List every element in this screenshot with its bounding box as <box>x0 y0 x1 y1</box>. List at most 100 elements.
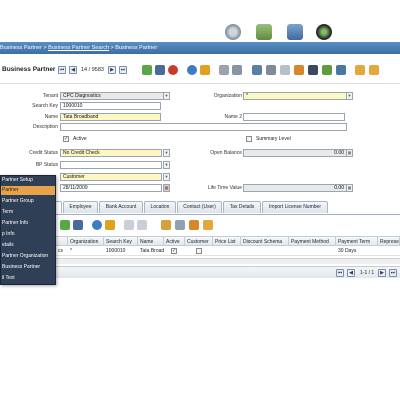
grid-cell-customer-checkbox[interactable] <box>196 248 202 254</box>
first-record-icon[interactable]: ⏮ <box>58 66 66 74</box>
new-record-icon[interactable] <box>142 65 152 75</box>
record-counter: 14 / 9583 <box>81 67 104 73</box>
calendar-icon[interactable]: ▦ <box>163 184 170 192</box>
date-field[interactable]: 28/11/2009 <box>60 184 162 192</box>
grid-undo-icon[interactable] <box>105 220 115 230</box>
attachment-icon[interactable] <box>219 65 229 75</box>
process-icon[interactable] <box>308 65 318 75</box>
bp-group-field[interactable]: Customer <box>60 173 162 181</box>
export-icon[interactable] <box>294 65 304 75</box>
active-label: Active <box>73 136 87 142</box>
menu-item-partner-organization[interactable]: Partner Organization <box>1 252 55 261</box>
grid-horizontal-scrollbar[interactable] <box>0 258 400 264</box>
find-icon[interactable] <box>336 65 346 75</box>
grid-delete-icon[interactable] <box>124 220 134 230</box>
pager-previous-icon[interactable]: ◀ <box>347 269 355 277</box>
refresh-icon[interactable] <box>187 65 197 75</box>
tab-contact-user[interactable]: Contact (User) <box>177 201 222 213</box>
organization-dropdown-icon[interactable]: ▼ <box>346 92 353 100</box>
search-key-field[interactable]: 1000010 <box>60 102 161 110</box>
menu-item-details[interactable]: etails <box>1 241 55 250</box>
description-field[interactable] <box>60 123 347 131</box>
grid-cell-search-key: 1000010 <box>106 248 126 254</box>
tab-strip: Employee Bank Account Location Contact (… <box>38 201 338 213</box>
tab-tax-details[interactable]: Tax Details <box>223 201 261 213</box>
breadcrumb-item-bp-search[interactable]: Business Partner Search <box>48 45 109 51</box>
menu-item-partner[interactable]: Partner <box>1 186 55 195</box>
grid-new-icon[interactable] <box>60 220 70 230</box>
tenant-label: Tenant <box>42 93 58 99</box>
grid-cell-organization: * <box>70 248 72 254</box>
report-icon[interactable] <box>266 65 276 75</box>
previous-record-icon[interactable]: ◀ <box>69 66 77 74</box>
grid-refresh-icon[interactable] <box>92 220 102 230</box>
detail-record-icon[interactable] <box>369 65 379 75</box>
calculator-icon[interactable] <box>287 24 303 40</box>
grid-cell-tenant: cs <box>58 248 63 254</box>
tab-import-license-number[interactable]: Import License Number <box>262 201 328 213</box>
tab-employee[interactable]: Employee <box>63 201 98 213</box>
summary-level-label: Summary Level <box>256 136 291 142</box>
undo-icon[interactable] <box>200 65 210 75</box>
zoom-icon[interactable] <box>322 65 332 75</box>
grid-archive-icon[interactable] <box>189 220 199 230</box>
bp-group-dropdown-icon[interactable]: ▼ <box>163 173 170 181</box>
tab-location[interactable]: Location <box>144 201 176 213</box>
grid-lock-icon[interactable] <box>175 220 185 230</box>
open-balance-field: 0.00 <box>243 149 347 157</box>
credit-status-dropdown-icon[interactable]: ▼ <box>163 149 170 157</box>
next-record-icon[interactable]: ▶ <box>108 66 116 74</box>
link-icon[interactable] <box>232 65 242 75</box>
delete-icon[interactable] <box>168 65 178 75</box>
save-icon[interactable] <box>155 65 165 75</box>
tenant-field[interactable]: CPC Diagnostics <box>60 92 164 100</box>
grid-copy-icon[interactable] <box>137 220 147 230</box>
summary-level-checkbox[interactable] <box>246 136 252 142</box>
grid-save-icon[interactable] <box>73 220 83 230</box>
window-title: Business Partner <box>2 66 56 73</box>
name-field[interactable]: Tata Broadband <box>60 113 161 121</box>
menu-item-partner-setup[interactable]: Partner Setup <box>1 176 55 185</box>
name2-label: Name 2 <box>224 114 242 120</box>
menu-item-p-info[interactable]: p Info <box>1 230 55 239</box>
menu-item-term[interactable]: Term <box>1 208 55 217</box>
credit-status-field[interactable]: No Credit Check <box>60 149 162 157</box>
menu-item-partner-info[interactable]: Partner Info <box>1 219 55 228</box>
pager-next-icon[interactable]: ▶ <box>378 269 386 277</box>
menu-item-il-text[interactable]: il Text <box>1 274 55 283</box>
print-icon[interactable] <box>280 65 290 75</box>
home-icon[interactable] <box>256 24 272 40</box>
lifetime-value-label: Life Time Value <box>207 185 242 191</box>
tab-bank-account[interactable]: Bank Account <box>99 201 143 213</box>
open-balance-calculator-icon[interactable]: ▦ <box>346 149 353 157</box>
lifetime-value-field: 0.00 <box>243 184 347 192</box>
preferences-icon[interactable] <box>225 24 241 40</box>
logout-icon[interactable] <box>316 24 332 40</box>
grid-edit-icon[interactable] <box>161 220 171 230</box>
table-row[interactable]: cs * 1000010 Tata Broad ✓ 30 Days <box>0 246 400 256</box>
bp-status-dropdown-icon[interactable]: ▼ <box>163 161 170 169</box>
last-record-icon[interactable]: ⏭ <box>119 66 127 74</box>
credit-status-label: Credit Status <box>29 150 58 156</box>
active-checkbox[interactable]: ✓ <box>63 136 69 142</box>
pager-first-icon[interactable]: ⏮ <box>336 269 344 277</box>
organization-field[interactable]: * <box>243 92 347 100</box>
breadcrumb-item-current: Business Partner <box>115 45 158 51</box>
grid-toggle-icon[interactable] <box>252 65 262 75</box>
grid-cell-payment-term: 30 Days <box>338 248 357 254</box>
related-menu-popup: Partner Setup Partner Partner Group Term… <box>0 175 56 285</box>
menu-item-partner-group[interactable]: Partner Group <box>1 197 55 206</box>
grid-cell-active-checkbox[interactable]: ✓ <box>171 248 177 254</box>
menu-item-business-partner[interactable]: Business Partner <box>1 263 55 272</box>
grid-pager: ⏮ ◀ 1-1 / 1 ▶ ⏭ <box>0 266 400 278</box>
breadcrumb: Business Partner > Business Partner Sear… <box>0 42 400 54</box>
grid-export-icon[interactable] <box>203 220 213 230</box>
pager-last-icon[interactable]: ⏭ <box>389 269 397 277</box>
tenant-dropdown-icon[interactable]: ▼ <box>163 92 170 100</box>
bp-status-field[interactable] <box>60 161 162 169</box>
top-header <box>0 0 400 42</box>
name2-field[interactable] <box>243 113 345 121</box>
parent-record-icon[interactable] <box>355 65 365 75</box>
lifetime-value-calculator-icon[interactable]: ▦ <box>346 184 353 192</box>
organization-label: Organization <box>213 93 242 99</box>
